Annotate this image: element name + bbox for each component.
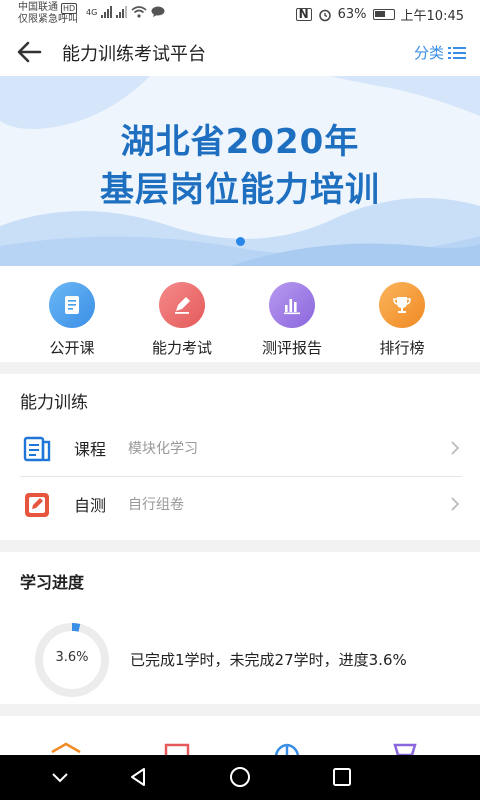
banner-carousel[interactable]: 湖北省2020年 基层岗位能力培训 <box>0 76 480 266</box>
book-icon <box>23 436 51 462</box>
alarm-icon <box>318 9 331 21</box>
carrier-info: 中国联通 HD 仅限紧急呼叫 <box>18 2 78 26</box>
battery-icon <box>372 9 395 20</box>
progress-section: 学习进度 3.6% 已完成1学时，未完成27学时，进度3.6% <box>0 552 480 704</box>
bar-chart-icon <box>269 282 315 328</box>
battery-percent: 63% <box>337 7 367 22</box>
wifi-icon <box>131 6 147 18</box>
clock: 上午10:45 <box>400 9 464 24</box>
training-section: 能力训练 课程 模块化学习 自测 自行组卷 <box>0 374 480 540</box>
quick-item-label: 能力考试 <box>151 339 212 357</box>
back-arrow-icon[interactable] <box>14 38 44 66</box>
quick-item-label: 测评报告 <box>261 339 322 357</box>
signal-icons: 4G <box>86 6 165 18</box>
section-title: 能力训练 <box>20 393 88 413</box>
status-right: N 63% 上午10:45 <box>295 5 464 24</box>
quick-item-open-course[interactable]: 公开课 <box>17 282 127 358</box>
home-icon[interactable] <box>228 765 252 789</box>
list-icon <box>448 46 466 59</box>
app-header: 能力训练考试平台 分类 <box>0 28 480 76</box>
banner-title-line2: 基层岗位能力培训 <box>100 170 380 210</box>
signal-icon <box>101 6 113 18</box>
document-icon <box>49 282 95 328</box>
pen-icon <box>159 282 205 328</box>
quick-item-exam[interactable]: 能力考试 <box>127 282 237 358</box>
nfc-icon: N <box>295 8 312 21</box>
classify-button[interactable]: 分类 <box>414 42 466 63</box>
item-subtitle: 模块化学习 <box>128 441 198 457</box>
page-title: 能力训练考试平台 <box>62 44 206 65</box>
status-bar: 中国联通 HD 仅限紧急呼叫 4G N 63% 上午10:45 <box>0 0 480 28</box>
classify-label: 分类 <box>413 44 444 62</box>
quick-item-label: 排行榜 <box>379 339 425 357</box>
list-item-course[interactable]: 课程 模块化学习 <box>0 421 480 475</box>
recents-icon[interactable] <box>330 765 354 789</box>
chevron-right-icon <box>451 441 460 455</box>
emergency-text: 仅限紧急呼叫 <box>18 14 78 25</box>
quick-menu: 公开课 能力考试 测评报告 排行榜 <box>0 266 480 362</box>
quick-item-ranking[interactable]: 排行榜 <box>347 282 457 358</box>
item-subtitle: 自行组卷 <box>128 497 184 513</box>
layers-icon[interactable] <box>50 742 82 755</box>
more-section <box>0 716 480 755</box>
quick-item-label: 公开课 <box>49 339 95 357</box>
banner-title-line1: 湖北省2020年 <box>120 122 360 162</box>
section-title: 学习进度 <box>20 573 85 592</box>
item-name: 课程 <box>74 440 107 459</box>
back-icon[interactable] <box>126 765 150 789</box>
cup-icon[interactable] <box>390 743 420 755</box>
trophy-icon <box>379 282 425 328</box>
progress-summary: 已完成1学时，未完成27学时，进度3.6% <box>130 651 407 669</box>
network-badge: 4G <box>86 7 98 17</box>
item-name: 自测 <box>74 496 107 515</box>
note-icon[interactable] <box>162 743 192 755</box>
edit-icon <box>25 493 49 517</box>
pie-chart-icon[interactable] <box>272 742 302 755</box>
hd-badge: HD <box>61 2 78 14</box>
message-icon <box>151 6 165 17</box>
chevron-right-icon <box>451 497 460 511</box>
carousel-indicator[interactable] <box>236 237 245 246</box>
list-item-self-test[interactable]: 自测 自行组卷 <box>0 477 480 531</box>
carrier-name: 中国联通 <box>18 2 58 13</box>
signal-icon-2 <box>116 6 128 18</box>
system-nav-bar <box>0 755 480 800</box>
progress-percent: 3.6% <box>55 650 89 665</box>
quick-item-report[interactable]: 测评报告 <box>237 282 347 358</box>
hide-nav-icon[interactable] <box>48 765 72 789</box>
